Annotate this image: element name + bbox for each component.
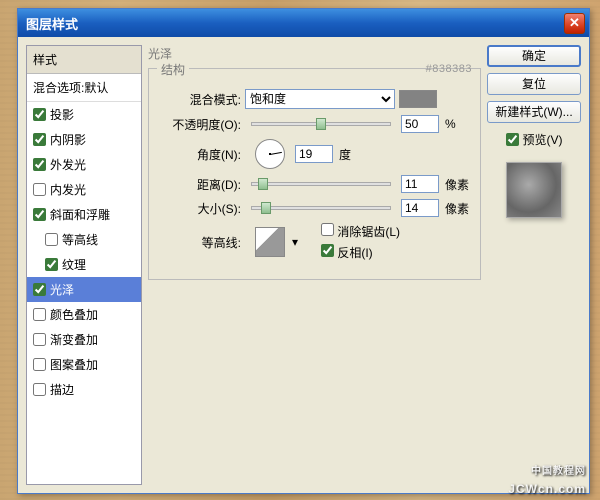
- style-item[interactable]: 颜色叠加: [27, 302, 141, 327]
- style-item[interactable]: 投影: [27, 102, 141, 127]
- ok-button[interactable]: 确定: [487, 45, 581, 67]
- style-label: 描边: [50, 381, 74, 398]
- style-checkbox[interactable]: [33, 283, 46, 296]
- angle-dial[interactable]: [255, 139, 285, 169]
- style-checkbox[interactable]: [33, 308, 46, 321]
- style-item[interactable]: 光泽: [27, 277, 141, 302]
- antialias-row[interactable]: 消除锯齿(L): [321, 223, 400, 240]
- opacity-slider[interactable]: [251, 122, 391, 126]
- antialias-checkbox[interactable]: [321, 223, 334, 236]
- style-item[interactable]: 内阴影: [27, 127, 141, 152]
- styles-panel: 样式 混合选项:默认 投影内阴影外发光内发光斜面和浮雕等高线纹理光泽颜色叠加渐变…: [26, 45, 142, 485]
- style-label: 图案叠加: [50, 356, 98, 373]
- watermark: 中国教程网 JCWcn.com: [508, 462, 586, 498]
- distance-slider[interactable]: [251, 182, 391, 186]
- color-swatch[interactable]: [399, 90, 437, 108]
- cancel-button[interactable]: 复位: [487, 73, 581, 95]
- distance-input[interactable]: [401, 175, 439, 193]
- style-item[interactable]: 纹理: [27, 252, 141, 277]
- style-checkbox[interactable]: [33, 208, 46, 221]
- preview-thumbnail: [506, 162, 562, 218]
- style-checkbox[interactable]: [33, 108, 46, 121]
- style-item[interactable]: 描边: [27, 377, 141, 402]
- size-unit: 像素: [445, 200, 469, 217]
- blend-mode-label: 混合模式:: [159, 91, 241, 108]
- chevron-down-icon: ▾: [292, 235, 298, 249]
- style-label: 内发光: [50, 181, 86, 198]
- section-title: 光泽: [148, 45, 481, 62]
- invert-row[interactable]: 反相(I): [321, 244, 400, 261]
- style-label: 渐变叠加: [50, 331, 98, 348]
- style-label: 等高线: [62, 231, 98, 248]
- opacity-input[interactable]: [401, 115, 439, 133]
- style-label: 外发光: [50, 156, 86, 173]
- style-checkbox[interactable]: [33, 383, 46, 396]
- style-checkbox[interactable]: [33, 133, 46, 146]
- size-slider[interactable]: [251, 206, 391, 210]
- titlebar[interactable]: 图层样式 ✕: [18, 9, 589, 37]
- fieldset-legend: 结构: [157, 61, 189, 78]
- style-label: 内阴影: [50, 131, 86, 148]
- style-checkbox[interactable]: [33, 158, 46, 171]
- styles-header: 样式: [27, 46, 141, 74]
- style-item[interactable]: 渐变叠加: [27, 327, 141, 352]
- style-item[interactable]: 等高线: [27, 227, 141, 252]
- opacity-label: 不透明度(O):: [159, 116, 241, 133]
- size-input[interactable]: [401, 199, 439, 217]
- blend-mode-select[interactable]: 饱和度: [245, 89, 395, 109]
- style-label: 斜面和浮雕: [50, 206, 110, 223]
- contour-label: 等高线:: [159, 234, 241, 251]
- style-checkbox[interactable]: [45, 258, 58, 271]
- angle-unit: 度: [339, 146, 351, 163]
- main-settings: 光泽 结构 #838383 混合模式: 饱和度 不透明度(O): %: [148, 45, 481, 485]
- style-checkbox[interactable]: [33, 358, 46, 371]
- contour-dropdown[interactable]: ▾: [289, 227, 301, 257]
- button-column: 确定 复位 新建样式(W)... 预览(V): [487, 45, 581, 485]
- angle-input[interactable]: [295, 145, 333, 163]
- preview-label: 预览(V): [523, 131, 563, 148]
- style-label: 颜色叠加: [50, 306, 98, 323]
- style-label: 光泽: [50, 281, 74, 298]
- window-title: 图层样式: [22, 14, 564, 33]
- close-icon: ✕: [565, 15, 584, 31]
- new-style-button[interactable]: 新建样式(W)...: [487, 101, 581, 123]
- style-item[interactable]: 外发光: [27, 152, 141, 177]
- style-label: 纹理: [62, 256, 86, 273]
- style-item[interactable]: 斜面和浮雕: [27, 202, 141, 227]
- blend-options-row[interactable]: 混合选项:默认: [27, 74, 141, 102]
- style-item[interactable]: 内发光: [27, 177, 141, 202]
- size-label: 大小(S):: [159, 200, 241, 217]
- style-label: 投影: [50, 106, 74, 123]
- style-item[interactable]: 图案叠加: [27, 352, 141, 377]
- invert-checkbox[interactable]: [321, 244, 334, 257]
- distance-label: 距离(D):: [159, 176, 241, 193]
- opacity-unit: %: [445, 117, 456, 131]
- hex-label: #838383: [426, 63, 472, 75]
- style-checkbox[interactable]: [33, 333, 46, 346]
- angle-label: 角度(N):: [159, 146, 241, 163]
- style-checkbox[interactable]: [45, 233, 58, 246]
- preview-row[interactable]: 预览(V): [487, 131, 581, 148]
- preview-checkbox[interactable]: [506, 133, 519, 146]
- structure-fieldset: 结构 #838383 混合模式: 饱和度 不透明度(O): % 角度(N): [148, 68, 481, 280]
- distance-unit: 像素: [445, 176, 469, 193]
- close-button[interactable]: ✕: [564, 13, 585, 34]
- contour-thumbnail[interactable]: [255, 227, 285, 257]
- style-checkbox[interactable]: [33, 183, 46, 196]
